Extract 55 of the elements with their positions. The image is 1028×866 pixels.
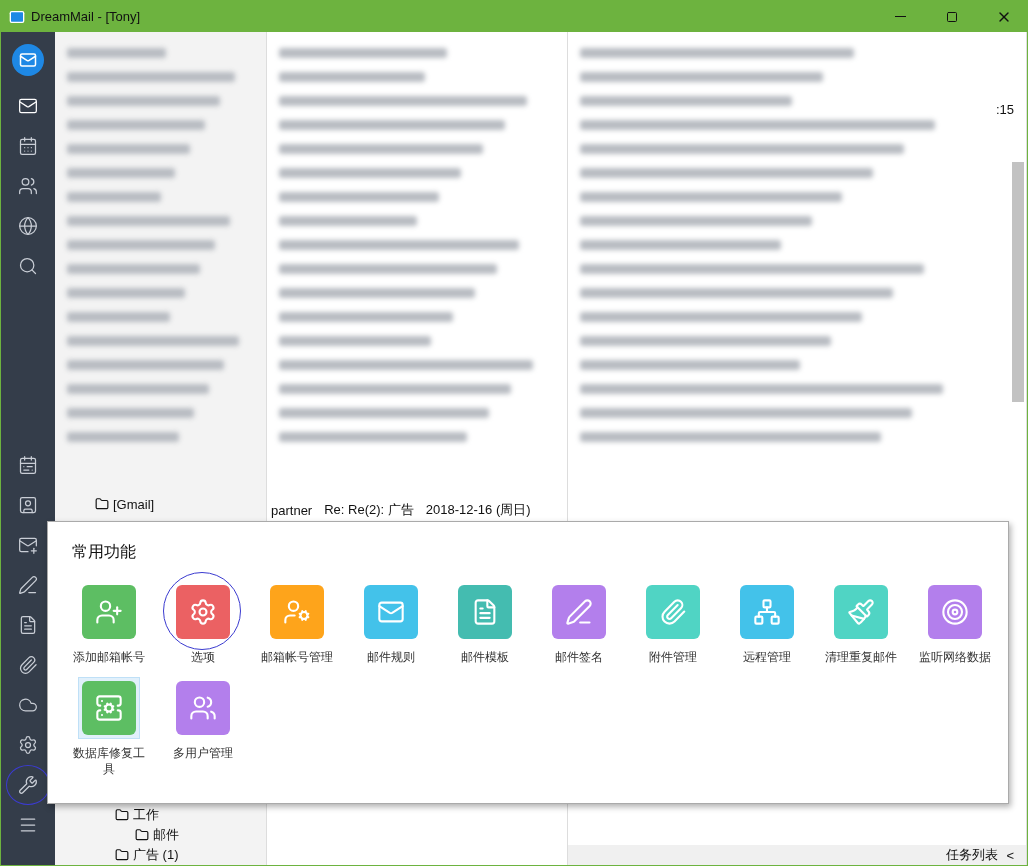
time-text: :15 <box>995 102 1014 117</box>
function-item[interactable]: 邮件规则 <box>344 569 438 665</box>
sender-cell: partner <box>271 502 313 518</box>
folder-label[interactable]: 邮件 <box>153 826 179 844</box>
account-settings-icon <box>283 598 311 626</box>
add-account-icon <box>95 598 123 626</box>
settings-icon <box>18 735 38 755</box>
contacts-icon <box>18 176 38 196</box>
minimize-icon <box>894 16 906 17</box>
search-icon <box>18 256 38 276</box>
calendar-icon <box>18 136 38 156</box>
function-item[interactable]: 邮件签名 <box>532 569 626 665</box>
pen-icon <box>18 575 38 595</box>
function-item[interactable]: 数据库修复工具 <box>62 665 156 777</box>
subject-cell: Re: Re(2): 广告 <box>324 501 414 519</box>
folder-label[interactable]: [Gmail] <box>113 496 155 512</box>
paperclip-icon <box>659 598 687 626</box>
collapse-arrow[interactable]: < <box>1006 847 1014 863</box>
network-icon <box>753 598 781 626</box>
function-item[interactable]: 邮件模板 <box>438 569 532 665</box>
maximize-icon <box>946 10 958 23</box>
app-icon <box>9 8 25 25</box>
contact-card-icon <box>18 495 38 515</box>
function-item[interactable]: 添加邮箱帐号 <box>62 569 156 665</box>
users-icon <box>189 694 217 722</box>
function-item[interactable]: 选项 <box>156 569 250 665</box>
window-title: DreamMail - [Tony] <box>31 9 142 24</box>
calendar-icon <box>18 455 38 475</box>
date-cell: 2018-12-16 (周日) <box>425 501 531 519</box>
app-logo <box>12 44 44 76</box>
target-icon <box>941 598 969 626</box>
function-item[interactable]: 邮箱帐号管理 <box>250 569 344 665</box>
function-item[interactable]: 远程管理 <box>720 569 814 665</box>
popup-title: 常用功能 <box>72 542 137 562</box>
scrollbar-thumb[interactable] <box>1012 162 1024 402</box>
function-item[interactable]: 清理重复邮件 <box>814 569 908 665</box>
folder-label[interactable]: 工作 <box>133 806 159 824</box>
brush-icon <box>847 598 875 626</box>
folder-icon <box>95 497 109 511</box>
mail-icon <box>18 535 38 555</box>
folder-icon <box>115 808 129 822</box>
folder-label[interactable]: 广告 (1) <box>133 846 179 864</box>
function-item[interactable]: 附件管理 <box>626 569 720 665</box>
globe-icon <box>18 216 38 236</box>
paperclip-icon <box>18 655 38 675</box>
mail-icon <box>18 96 38 116</box>
function-item[interactable]: 监听网络数据 <box>908 569 1002 665</box>
function-item[interactable]: 多用户管理 <box>156 665 250 777</box>
folder-icon <box>115 848 129 862</box>
document-icon <box>18 615 38 635</box>
settings-icon <box>189 598 217 626</box>
folder-icon <box>135 828 149 842</box>
task-list-label[interactable]: 任务列表 <box>946 846 999 864</box>
wrench-icon <box>18 775 38 795</box>
pen-icon <box>565 598 593 626</box>
